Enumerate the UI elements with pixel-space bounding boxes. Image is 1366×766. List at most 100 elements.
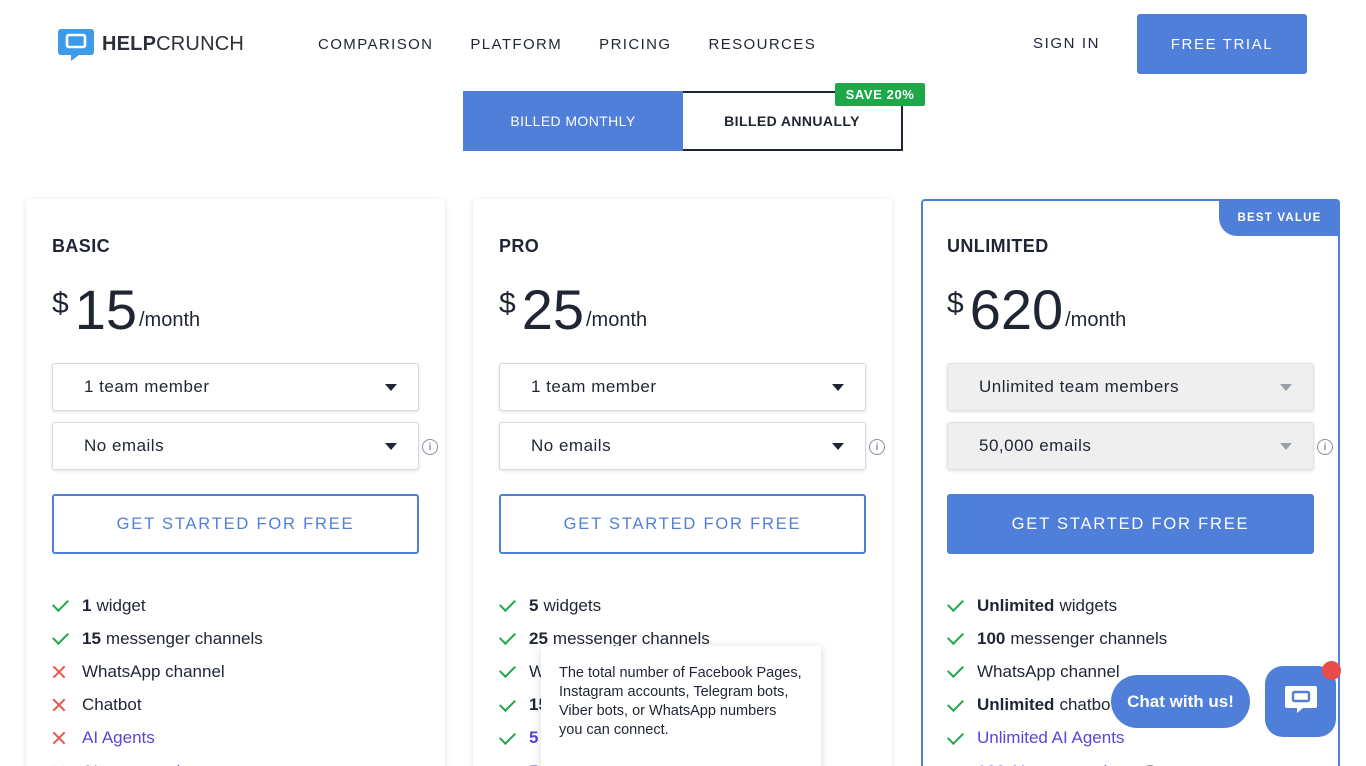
emails-select[interactable]: No emails: [52, 422, 419, 470]
check-icon: [947, 727, 977, 745]
save-badge: SAVE 20%: [835, 83, 925, 106]
feature-value: 1: [82, 595, 92, 615]
check-icon: [499, 661, 529, 679]
nav-platform[interactable]: PLATFORM: [470, 36, 562, 53]
check-icon: [499, 727, 529, 745]
feature-label: widget: [96, 595, 146, 615]
check-icon: [52, 628, 82, 646]
nav-resources[interactable]: RESOURCES: [708, 36, 816, 53]
emails-select[interactable]: 50,000 emails: [947, 422, 1314, 470]
feature-label: Chatbot: [82, 695, 142, 715]
emails-value: 50,000 emails: [979, 436, 1092, 455]
feature-label: WhatsApp channel: [82, 661, 225, 681]
feature-value: 5: [529, 595, 539, 615]
feature-label: AI conversations: [82, 762, 208, 766]
price-period: /month: [1065, 309, 1127, 331]
cross-icon: [52, 698, 82, 712]
feature-list: 1 widget 15 messenger channels WhatsApp chan…: [52, 589, 263, 766]
check-icon: [947, 661, 977, 679]
price-period: /month: [585, 309, 648, 331]
chevron-down-icon: [385, 384, 397, 391]
cross-icon: [52, 731, 82, 745]
cross-icon: [52, 665, 82, 679]
feature-item[interactable]: 100 AI conversationsi: [947, 755, 1167, 766]
main-nav: COMPARISON PLATFORM PRICING RESOURCES: [318, 36, 853, 53]
get-started-button[interactable]: GET STARTED FOR FREE: [52, 494, 419, 554]
chat-with-us-bubble[interactable]: Chat with us!: [1111, 675, 1250, 728]
feature-label: widgets: [543, 595, 602, 615]
nav-pricing[interactable]: PRICING: [599, 36, 671, 53]
feature-item: 100 messenger channels: [947, 622, 1167, 655]
helpcrunch-logo[interactable]: HELPCRUNCH: [58, 26, 244, 62]
info-icon[interactable]: i: [869, 439, 885, 455]
chevron-down-icon: [832, 443, 844, 450]
chevron-down-icon: [1280, 443, 1292, 450]
team-members-select[interactable]: 1 team member: [52, 363, 419, 411]
feature-label: 100 AI conversations: [977, 762, 1135, 766]
feature-item: 1 widget: [52, 589, 263, 622]
price-period: /month: [138, 309, 201, 331]
feature-label: messenger channels: [105, 628, 263, 648]
feature-value: Unlimited: [977, 595, 1055, 615]
feature-value: 5: [529, 728, 539, 748]
emails-value: No emails: [531, 436, 612, 455]
feature-value: 5: [529, 762, 538, 766]
price-amount: 15: [74, 278, 137, 341]
feature-label: WhatsApp channel: [977, 661, 1120, 681]
plan-name: BASIC: [52, 236, 111, 256]
check-icon: [52, 595, 82, 613]
feature-label: messenger channels: [1010, 628, 1168, 648]
team-members-select[interactable]: 1 team member: [499, 363, 866, 411]
chevron-down-icon: [1280, 384, 1292, 391]
nav-comparison[interactable]: COMPARISON: [318, 36, 433, 53]
info-icon[interactable]: i: [1317, 439, 1333, 455]
feature-item: 15 messenger channels: [52, 622, 263, 655]
feature-label: AI Agents: [82, 728, 155, 748]
feature-item: WhatsApp channel: [52, 655, 263, 688]
plan-price: $ 620 /month: [947, 279, 1126, 341]
chevron-down-icon: [385, 443, 397, 450]
feature-value: 15: [82, 628, 101, 648]
feature-item[interactable]: AI Agents: [52, 722, 263, 755]
plan-price: $ 15 /month: [52, 279, 200, 341]
price-currency: $: [499, 287, 516, 320]
feature-value: 100: [977, 628, 1006, 648]
price-currency: $: [947, 287, 964, 320]
channels-tooltip: The total number of Facebook Pages, Inst…: [541, 646, 821, 766]
feature-value: Unlimited: [977, 695, 1055, 715]
check-icon: [947, 694, 977, 712]
check-icon: [499, 694, 529, 712]
site-header: HELPCRUNCH COMPARISON PLATFORM PRICING R…: [0, 0, 1366, 88]
best-value-badge: BEST VALUE: [1219, 199, 1340, 236]
plan-price: $ 25 /month: [499, 279, 647, 341]
feature-item: Chatbot: [52, 689, 263, 722]
team-members-value: 1 team member: [84, 377, 210, 396]
feature-item[interactable]: AI conversations: [52, 755, 263, 766]
feature-label: Unlimited AI Agents: [977, 728, 1125, 748]
chat-bubble-logo-icon: [58, 26, 94, 62]
notification-dot: [1322, 661, 1341, 680]
plan-card-basic: BASIC $ 15 /month 1 team member No email…: [26, 199, 445, 766]
team-members-select[interactable]: Unlimited team members: [947, 363, 1314, 411]
check-icon: [947, 595, 977, 613]
price-currency: $: [52, 287, 69, 320]
chevron-down-icon: [832, 384, 844, 391]
check-icon: [499, 595, 529, 613]
sign-in-link[interactable]: SIGN IN: [1033, 35, 1100, 52]
free-trial-button[interactable]: FREE TRIAL: [1137, 14, 1307, 74]
billed-monthly-tab[interactable]: BILLED MONTHLY: [463, 91, 683, 151]
get-started-button[interactable]: GET STARTED FOR FREE: [499, 494, 866, 554]
emails-value: No emails: [84, 436, 165, 455]
price-amount: 25: [521, 278, 584, 341]
feature-label: widgets: [1059, 595, 1118, 615]
plan-name: UNLIMITED: [947, 236, 1049, 256]
team-members-value: 1 team member: [531, 377, 657, 396]
info-icon[interactable]: i: [422, 439, 438, 455]
check-icon: [947, 628, 977, 646]
emails-select[interactable]: No emails: [499, 422, 866, 470]
get-started-button[interactable]: GET STARTED FOR FREE: [947, 494, 1314, 554]
team-members-value: Unlimited team members: [979, 377, 1179, 396]
logo-text: HELPCRUNCH: [102, 32, 245, 55]
plan-name: PRO: [499, 236, 540, 256]
feature-label: chatbo: [1059, 695, 1111, 715]
